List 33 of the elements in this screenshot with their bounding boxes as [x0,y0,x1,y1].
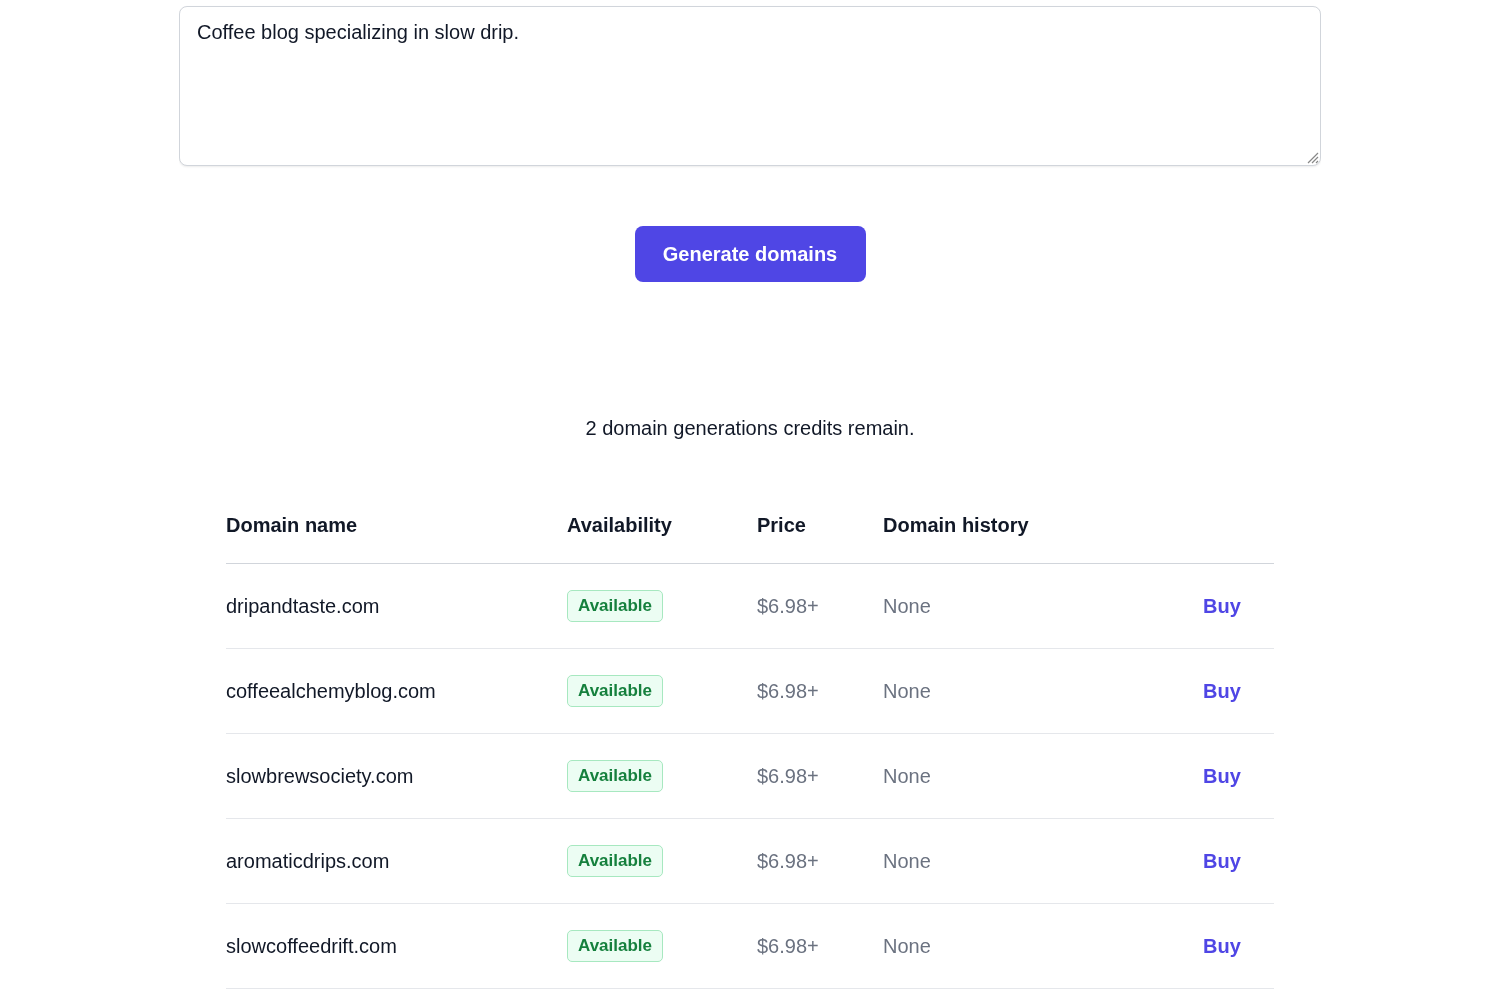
buy-link[interactable]: Buy [1203,849,1241,872]
column-header: Price [757,514,807,537]
domain-history-cell-text: None [883,594,932,618]
availability-badge: Available [567,930,664,962]
buy-link[interactable]: Buy [1203,679,1241,702]
availability-badge: Available [567,590,664,622]
availability-badge: Available [567,760,664,792]
buy-link[interactable]: Buy [1203,934,1241,957]
domain-history-cell-text: None [883,934,932,958]
column-header: Domain history [883,514,1030,537]
description-field[interactable]: Coffee blog specializing in slow drip. [179,6,1321,166]
domain-name-cell-text: coffeealchemyblog.com [226,679,437,703]
credits-remaining-text: 2 domain generations credits remain. [584,417,916,440]
domain-history-cell-text: None [883,849,932,873]
column-header: Domain name [226,514,359,537]
buy-link[interactable]: Buy [1203,594,1241,617]
price-cell-text: $6.98+ [757,594,820,618]
domain-history-cell-text: None [883,679,932,703]
buy-link[interactable]: Buy [1203,764,1241,787]
price-cell-text: $6.98+ [757,934,820,958]
availability-badge: Available [567,675,664,707]
domain-name-cell-text: slowcoffeedrift.com [226,934,398,958]
generate-domains-button[interactable]: Generate domains [634,226,866,282]
resize-handle-icon[interactable] [1305,150,1319,164]
price-cell-text: $6.98+ [757,764,820,788]
price-cell-text: $6.98+ [757,679,820,703]
domain-name-cell-text: dripandtaste.com [226,594,381,618]
domain-name-cell-text: slowbrewsociety.com [226,764,415,788]
column-header: Availability [567,514,673,537]
price-cell-text: $6.98+ [757,849,820,873]
availability-badge: Available [567,845,664,877]
domain-name-cell-text: aromaticdrips.com [226,849,391,873]
domain-history-cell-text: None [883,764,932,788]
